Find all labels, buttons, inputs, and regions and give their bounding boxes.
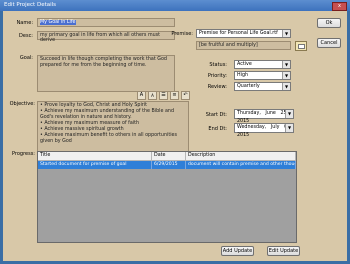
end-date-picker[interactable]: Wednesday, July 08, 2015 ▼ [234, 123, 294, 138]
undo-button[interactable]: ↶ [181, 91, 190, 100]
start-weekday: Thursday [237, 111, 260, 116]
font-size-up-button[interactable]: A [137, 91, 146, 100]
chevron-down-icon[interactable]: ▼ [282, 72, 290, 79]
align-button[interactable]: ≡ [170, 91, 179, 100]
open-document-icon[interactable] [295, 41, 307, 51]
priority-value: High [237, 73, 249, 78]
desc-field[interactable]: my primary goal in life from which all o… [37, 31, 175, 43]
end-month: July [270, 125, 280, 130]
status-value: Active [237, 62, 252, 67]
objective-field[interactable]: • Prove loyalty to God, Christ and Holy … [37, 101, 189, 154]
column-header-title[interactable]: Title [38, 152, 152, 161]
edit-project-window: Edit Project Details x Name: My Goal in … [0, 0, 350, 264]
objective-item: • Achieve my maximum understanding of th… [40, 109, 175, 120]
desc-label: Desc: [19, 33, 33, 39]
start-date-picker[interactable]: Thursday, June 25, 2015 ▼ [234, 109, 294, 124]
chevron-down-icon[interactable]: ▼ [282, 30, 290, 37]
premise-sub-field[interactable]: [be fruitful and multiply] [196, 41, 291, 50]
start-date-label: Start Dt: [205, 112, 227, 118]
premise-dropdown[interactable]: Premise for Personal Life Goal.rtf ▼ [196, 29, 291, 38]
close-window-button[interactable]: x [332, 2, 347, 11]
name-label: Name: [16, 20, 33, 26]
edit-update-button[interactable]: Edit Update [267, 246, 300, 256]
add-update-button[interactable]: Add Update [221, 246, 254, 256]
objective-label: Objective: [9, 101, 35, 107]
name-value: My Goal in Life [40, 20, 76, 25]
goal-label: Goal: [19, 55, 33, 61]
end-date-label: End Dt: [208, 126, 227, 132]
bullet-list-button[interactable]: ☰ [159, 91, 168, 100]
table-row-description-cell[interactable]: document will contain premise and other … [186, 161, 296, 169]
title-bar: Edit Project Details x [0, 0, 350, 11]
column-header-description[interactable]: Description [186, 152, 296, 161]
review-label: Review: [207, 84, 227, 90]
cancel-button[interactable]: Cancel [317, 38, 341, 48]
chevron-down-icon[interactable]: ▼ [285, 110, 293, 118]
end-weekday: Wednesday [237, 125, 265, 130]
status-label: Status: [209, 62, 227, 68]
start-month: June [265, 111, 276, 116]
dialog-body: Name: My Goal in Life Desc: my primary g… [3, 11, 347, 261]
column-header-date[interactable]: Date [152, 152, 186, 161]
status-dropdown[interactable]: Active ▼ [234, 60, 291, 69]
review-value: Quarterly [237, 84, 260, 89]
review-dropdown[interactable]: Quarterly ▼ [234, 82, 291, 91]
window-title: Edit Project Details [4, 2, 57, 8]
font-size-down-button[interactable]: A [148, 91, 157, 100]
ok-button[interactable]: Ok [317, 18, 341, 28]
priority-label: Priority: [207, 73, 227, 79]
goal-field[interactable]: Succeed in life though completing the wo… [37, 55, 175, 92]
chevron-down-icon[interactable]: ▼ [282, 83, 290, 90]
chevron-down-icon[interactable]: ▼ [285, 124, 293, 132]
premise-label: Premise: [171, 31, 193, 37]
priority-dropdown[interactable]: High ▼ [234, 71, 291, 80]
progress-grid[interactable]: Title Date Description Started document … [37, 151, 297, 243]
table-row-date-cell[interactable]: 6/29/2015 [152, 161, 186, 169]
table-row-title-cell[interactable]: Started document for premise of goal [38, 161, 152, 169]
chevron-down-icon[interactable]: ▼ [282, 61, 290, 68]
objective-item: • Achieve maximum benefit to others in a… [40, 133, 177, 144]
name-field[interactable]: My Goal in Life [37, 18, 175, 27]
progress-label: Progress: [11, 151, 35, 157]
premise-value: Premise for Personal Life Goal.rtf [199, 31, 278, 36]
